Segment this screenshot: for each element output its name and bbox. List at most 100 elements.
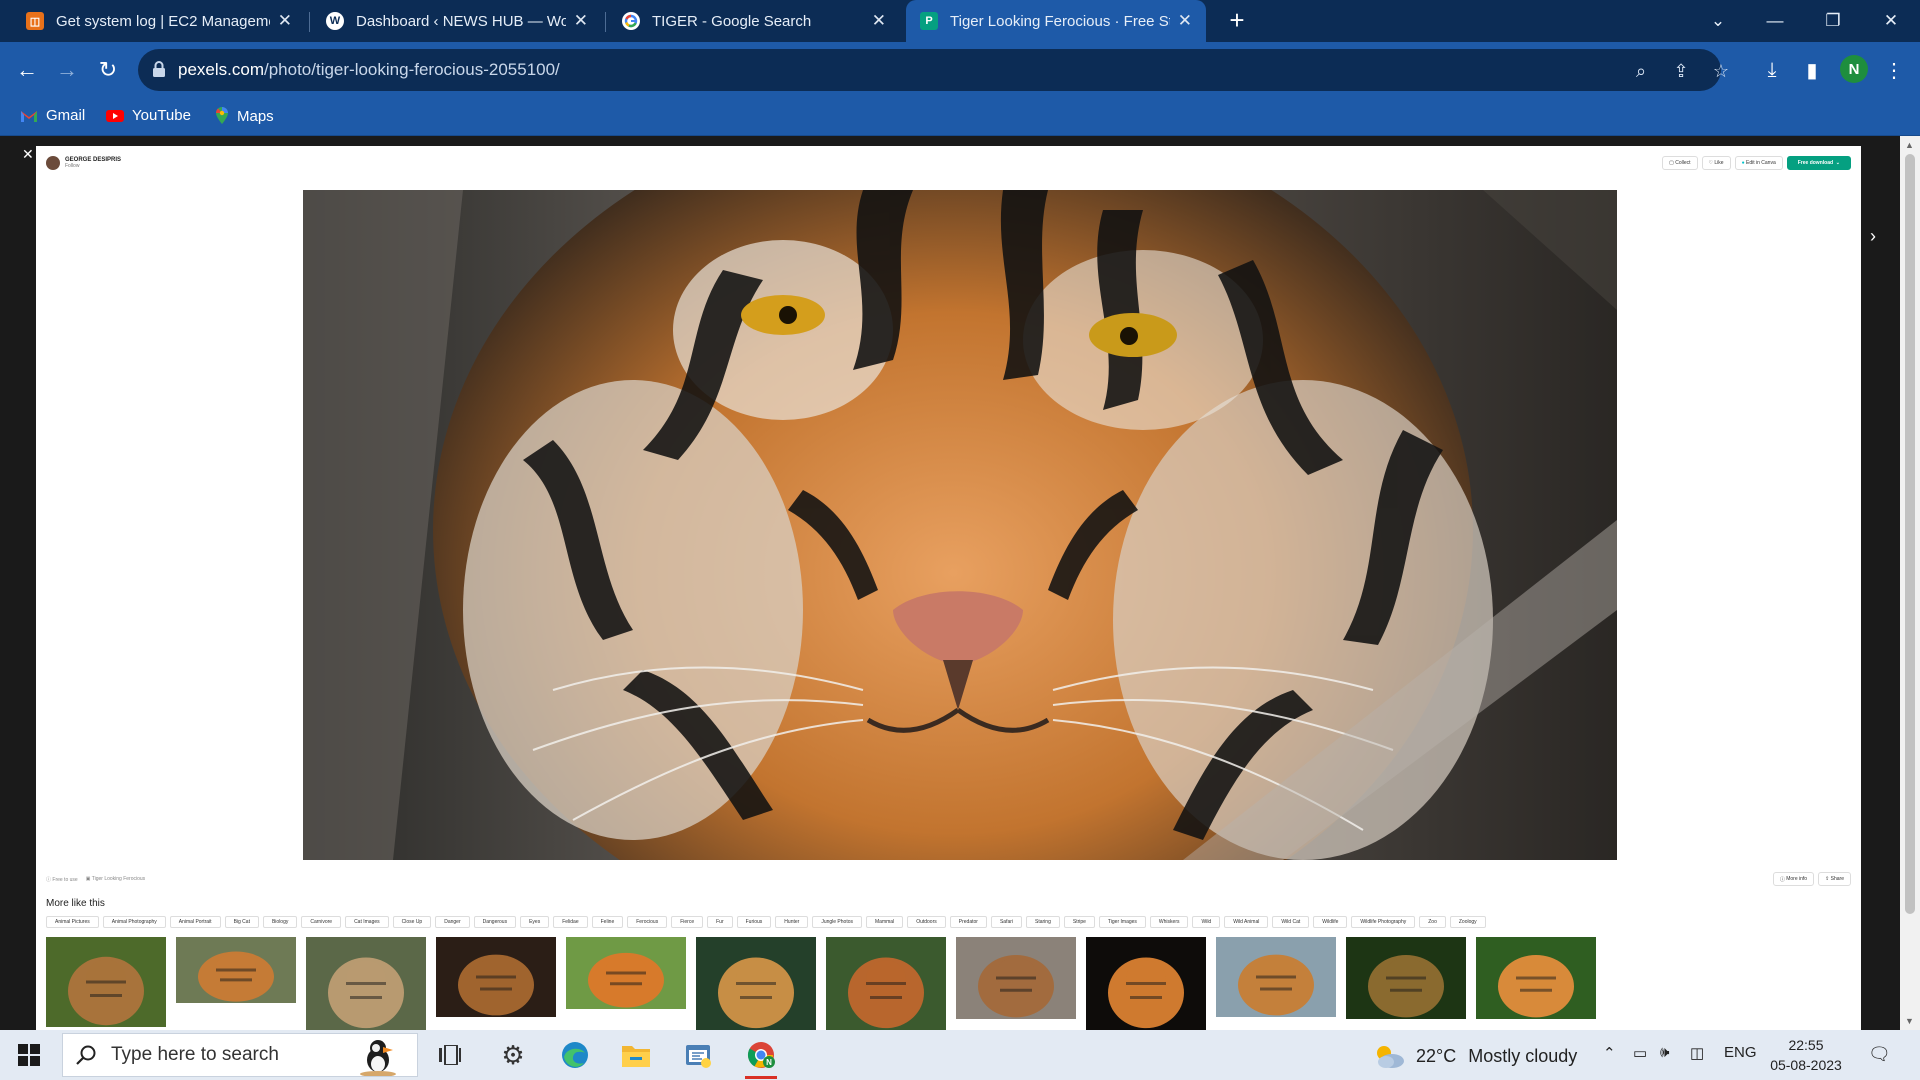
tag-chip[interactable]: Stripe <box>1063 916 1095 928</box>
menu-icon[interactable]: ⋮ <box>1877 53 1911 87</box>
side-panel-icon[interactable]: ▮ <box>1795 53 1829 87</box>
tab-ec2[interactable]: ◫ Get system log | EC2 Manageme ✕ <box>12 0 306 42</box>
tab-wordpress[interactable]: W Dashboard ‹ NEWS HUB — Word ✕ <box>312 0 602 42</box>
chrome-icon[interactable]: N <box>737 1035 785 1079</box>
tag-chip[interactable]: Ferocious <box>627 916 668 928</box>
tab-pexels[interactable]: P Tiger Looking Ferocious · Free St ✕ <box>906 0 1206 42</box>
related-photo-thumbnail[interactable] <box>46 937 166 1027</box>
close-icon[interactable]: ✕ <box>872 11 886 31</box>
tag-chip[interactable]: Danger <box>435 916 470 928</box>
back-button[interactable]: ← <box>10 53 44 87</box>
tag-chip[interactable]: Hunter <box>775 916 809 928</box>
scroll-down-icon[interactable]: ▼ <box>1905 1016 1914 1026</box>
tag-chip[interactable]: Wildlife Photography <box>1351 916 1416 928</box>
tab-search-icon[interactable]: ⌄ <box>1695 0 1741 42</box>
taskbar-search[interactable]: Type here to search <box>62 1033 418 1077</box>
edit-in-canva-button[interactable]: ● Edit in Canva <box>1734 156 1783 170</box>
tag-chip[interactable]: Staring <box>1026 916 1060 928</box>
downloads-icon[interactable]: ⤓ <box>1755 53 1789 87</box>
more-info-button[interactable]: ⓘ More info <box>1772 872 1815 886</box>
tag-chip[interactable]: Close Up <box>392 916 432 928</box>
scrollbar-thumb[interactable] <box>1905 154 1915 914</box>
tray-overflow-icon[interactable]: ⌃ <box>1603 1044 1616 1062</box>
tag-chip[interactable]: Animal Photography <box>102 916 166 928</box>
free-download-button[interactable]: Free download ⌄ <box>1786 156 1851 170</box>
bookmark-maps[interactable]: Maps <box>215 107 274 125</box>
volume-icon[interactable]: 🕪 <box>1660 1044 1669 1061</box>
related-photo-thumbnail[interactable] <box>1476 937 1596 1019</box>
tag-chip[interactable]: Biology <box>262 916 298 928</box>
tag-chip[interactable]: Wild Cat <box>1272 916 1310 928</box>
bookmark-gmail[interactable]: Gmail <box>20 107 85 124</box>
bookmark-youtube[interactable]: YouTube <box>106 107 191 124</box>
close-icon[interactable]: ✕ <box>278 11 292 31</box>
related-photo-thumbnail[interactable] <box>306 937 426 1030</box>
tab-google-search[interactable]: TIGER - Google Search ✕ <box>608 0 900 42</box>
like-button[interactable]: ♡ Like <box>1701 156 1731 170</box>
tag-chip[interactable]: Animal Pictures <box>46 916 99 928</box>
meet-now-icon[interactable]: ▭ <box>1633 1044 1647 1062</box>
bookmark-star-icon[interactable]: ☆ <box>1708 58 1734 84</box>
tag-chip[interactable]: Predator <box>949 916 987 928</box>
close-icon[interactable]: ✕ <box>1178 11 1192 31</box>
tag-chip[interactable]: Carnivore <box>301 916 342 928</box>
related-photo-thumbnail[interactable] <box>956 937 1076 1019</box>
new-tab-button[interactable]: + <box>1222 6 1252 36</box>
tag-chip[interactable]: Cat Images <box>345 916 389 928</box>
follow-link[interactable]: Follow <box>65 163 121 169</box>
file-explorer-icon[interactable] <box>612 1035 660 1075</box>
photographer-info[interactable]: GEORGE DESIPRIS Follow <box>46 156 121 170</box>
related-photo-thumbnail[interactable] <box>1086 937 1206 1030</box>
windows-start-icon[interactable] <box>18 1044 40 1066</box>
task-view-icon[interactable] <box>426 1035 474 1075</box>
tag-chip[interactable]: Mammal <box>866 916 904 928</box>
scrollbar[interactable]: ▲ ▼ <box>1900 136 1920 1030</box>
restore-button[interactable]: ❐ <box>1810 0 1856 42</box>
tag-chip[interactable]: Whiskers <box>1149 916 1189 928</box>
tag-chip[interactable]: Furious <box>736 916 772 928</box>
related-photo-thumbnail[interactable] <box>696 937 816 1030</box>
tag-chip[interactable]: Felidae <box>553 916 588 928</box>
settings-icon[interactable]: ⚙ <box>489 1035 537 1075</box>
tag-chip[interactable]: Jungle Photos <box>812 916 863 928</box>
tag-chip[interactable]: Wild Animal <box>1224 916 1269 928</box>
tag-chip[interactable]: Feline <box>591 916 624 928</box>
language-indicator[interactable]: ENG <box>1724 1044 1757 1061</box>
tag-chip[interactable]: Fierce <box>671 916 704 928</box>
address-bar[interactable]: pexels.com/photo/tiger-looking-ferocious… <box>138 49 1729 91</box>
close-icon[interactable]: ✕ <box>574 11 588 31</box>
related-photo-thumbnail[interactable] <box>1346 937 1466 1019</box>
share-icon[interactable]: ⇪ <box>1668 58 1694 84</box>
edge-icon[interactable] <box>551 1035 599 1075</box>
next-photo-icon[interactable]: › <box>1870 226 1876 247</box>
scroll-up-icon[interactable]: ▲ <box>1905 140 1914 150</box>
share-button[interactable]: ⇪ Share <box>1818 872 1851 886</box>
tag-chip[interactable]: Wildlife <box>1313 916 1348 928</box>
related-photo-thumbnail[interactable] <box>176 937 296 1003</box>
related-photo-thumbnail[interactable] <box>1216 937 1336 1017</box>
tag-chip[interactable]: Tiger Images <box>1098 916 1146 928</box>
close-icon[interactable]: ✕ <box>22 146 34 163</box>
related-photo-thumbnail[interactable] <box>436 937 556 1017</box>
tag-chip[interactable]: Dangerous <box>473 916 517 928</box>
tag-chip[interactable]: Wild <box>1192 916 1221 928</box>
zoom-icon[interactable]: ⌕ <box>1628 58 1654 84</box>
forward-button[interactable]: → <box>50 53 84 87</box>
tag-chip[interactable]: Outdoors <box>907 916 946 928</box>
system-clock[interactable]: 22:55 05-08-2023 <box>1766 1035 1846 1075</box>
network-icon[interactable]: ◫ <box>1690 1044 1704 1062</box>
notifications-icon[interactable]: 🗨 <box>1868 1044 1891 1065</box>
profile-avatar[interactable]: N <box>1840 55 1868 83</box>
collect-button[interactable]: ▢ Collect <box>1662 156 1698 170</box>
python-idle-icon[interactable] <box>674 1035 722 1075</box>
related-photo-thumbnail[interactable] <box>566 937 686 1009</box>
window-close-button[interactable]: ✕ <box>1868 0 1914 42</box>
tag-chip[interactable]: Zoology <box>1449 916 1486 928</box>
related-photo-thumbnail[interactable] <box>826 937 946 1030</box>
reload-button[interactable]: ↻ <box>91 53 125 87</box>
minimize-button[interactable]: — <box>1752 0 1798 42</box>
tag-chip[interactable]: Fur <box>707 916 733 928</box>
tag-chip[interactable]: Safari <box>990 916 1023 928</box>
tag-chip[interactable]: Animal Portrait <box>169 916 221 928</box>
main-photo[interactable] <box>303 190 1617 860</box>
